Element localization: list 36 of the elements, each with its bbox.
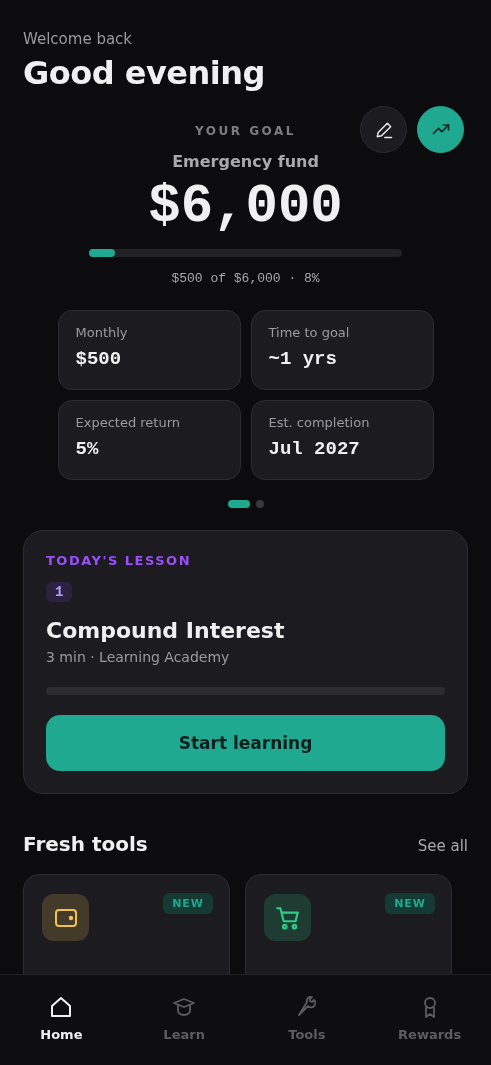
lesson-number: 1 [46, 582, 73, 602]
welcome-text: Welcome back [23, 30, 134, 48]
progress-caption: $500 of $6,000 · 8% [171, 271, 320, 286]
stat-label: Expected return [75, 415, 182, 430]
start-learning-button[interactable]: Start learning [46, 715, 445, 771]
nav-tab[interactable]: Home [16, 995, 107, 1065]
section-label: YOUR GOAL [195, 124, 296, 138]
tool-card[interactable]: NEW [23, 874, 230, 974]
lesson-meta: 3 min · Learning Academy [46, 649, 231, 665]
lesson-label: TODAY'S LESSON [46, 553, 193, 568]
stat-value: Jul 2027 [268, 438, 361, 460]
stat-label: Est. completion [268, 415, 371, 430]
edit-button[interactable] [360, 106, 407, 153]
goal-amount: $6,000 [148, 175, 343, 239]
lesson-title: Compound Interest [46, 618, 286, 643]
stat-value: $500 [75, 348, 123, 370]
see-all-link[interactable]: See all [417, 837, 468, 855]
section-title: Fresh tools [23, 832, 148, 856]
greeting-title: Good evening [23, 54, 266, 92]
nav-tab[interactable]: Rewards [384, 995, 475, 1065]
stat-label: Monthly [75, 325, 129, 340]
stat-value: 5% [75, 438, 100, 460]
stat-value: ~1 yrs [268, 348, 338, 370]
nav-tab[interactable]: Learn [139, 995, 230, 1065]
wallet-icon [53, 906, 78, 929]
graduation-cap-icon [172, 995, 197, 1019]
cart-icon [274, 904, 301, 931]
home-icon [49, 995, 74, 1019]
trend-button[interactable] [417, 106, 464, 153]
new-badge: NEW [385, 893, 435, 914]
new-badge: NEW [163, 893, 213, 914]
tool-card[interactable]: NEW [245, 874, 452, 974]
nav-tab[interactable]: Tools [261, 995, 352, 1065]
page-dot[interactable] [255, 500, 264, 508]
goal-name: Emergency fund [172, 152, 319, 171]
stat-label: Time to goal [268, 325, 351, 340]
